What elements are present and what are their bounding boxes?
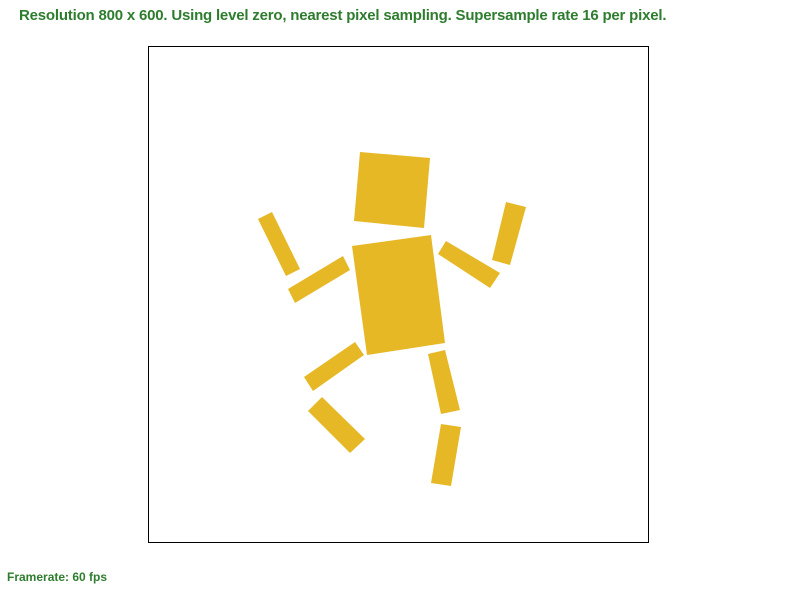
framerate-label: Framerate: 60 fps bbox=[7, 570, 108, 584]
figure-left-upper-arm bbox=[258, 212, 300, 276]
figure-torso bbox=[352, 235, 445, 355]
figure-right-forearm bbox=[492, 202, 526, 265]
figure-left-shin bbox=[308, 397, 365, 453]
figure-right-shin bbox=[431, 424, 461, 486]
figure-left-thigh bbox=[304, 342, 364, 391]
figure-right-thigh bbox=[428, 350, 460, 414]
figure-head bbox=[354, 152, 430, 228]
figure-right-upper-arm bbox=[438, 241, 500, 288]
figure-left-forearm bbox=[288, 256, 350, 303]
stick-figure bbox=[258, 152, 526, 486]
